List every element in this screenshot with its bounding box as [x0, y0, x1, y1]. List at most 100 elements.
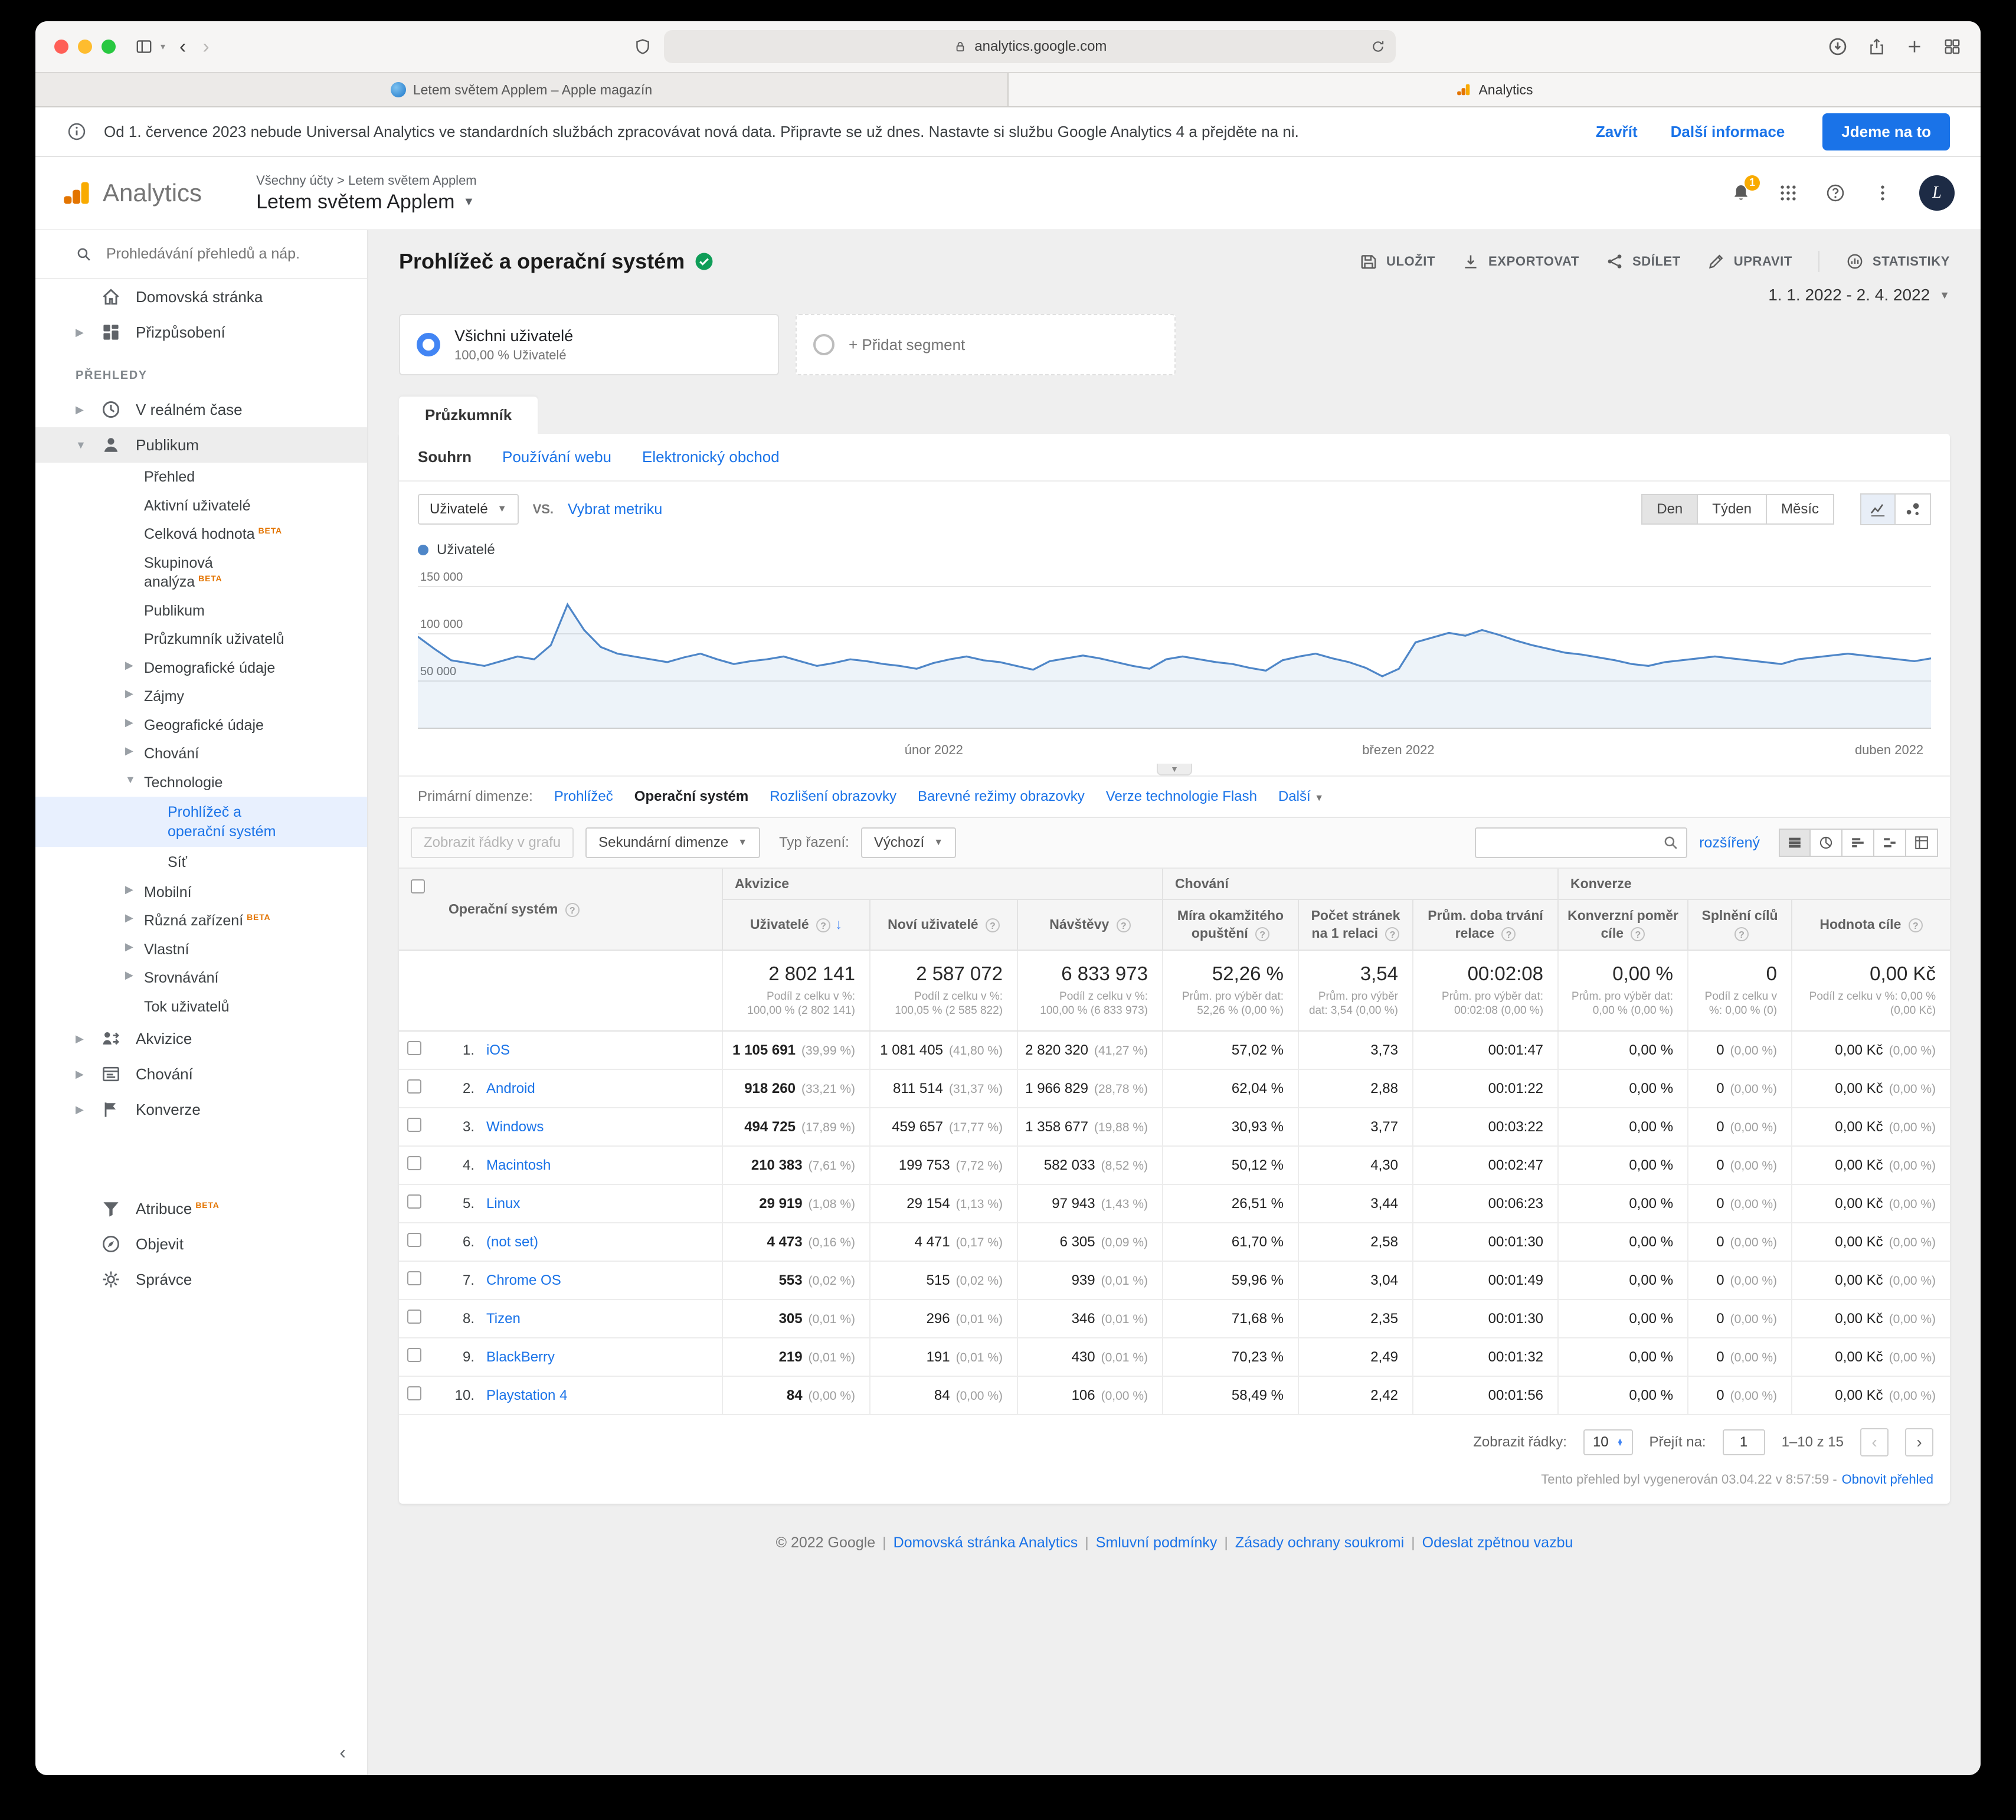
os-link[interactable]: Linux [486, 1196, 520, 1212]
sidebar-subitem[interactable]: ▶ Srovnávání [35, 964, 367, 993]
column-header[interactable]: Uživatelé ? ↓ [722, 899, 870, 951]
refresh-icon[interactable] [1370, 38, 1386, 55]
forward-button[interactable]: › [200, 37, 211, 57]
row-checkbox[interactable] [407, 1271, 421, 1286]
sidebar-subitem[interactable]: ▶ Zájmy [35, 682, 367, 711]
os-link[interactable]: Chrome OS [486, 1272, 561, 1288]
sidebar-item[interactable]: ▶ V reálném čase [35, 392, 367, 427]
save-button[interactable]: ULOŽIT [1359, 252, 1435, 271]
sidebar-subitem[interactable]: Přehled [35, 463, 367, 492]
row-checkbox[interactable] [407, 1156, 421, 1171]
help-icon[interactable]: ? [1908, 918, 1923, 932]
sidebar-item[interactable]: Domovská stránka [35, 279, 367, 315]
sidebar-collapse-button[interactable]: ‹ [339, 1742, 346, 1763]
sidebar-subitem[interactable]: Tok uživatelů [35, 993, 367, 1022]
sidebar-item[interactable]: Atribuce BETA [35, 1191, 367, 1226]
comparison-view-button[interactable] [1874, 829, 1906, 857]
date-range-picker[interactable]: 1. 1. 2022 - 2. 4. 2022 ▼ [399, 286, 1950, 305]
footer-link[interactable]: Smluvní podmínky [1096, 1534, 1218, 1551]
tab-overview-icon[interactable] [1943, 37, 1962, 56]
sidebar-subitem[interactable]: ▼ Technologie [35, 768, 367, 797]
share-sheet-icon[interactable] [1867, 37, 1886, 56]
os-link[interactable]: Tizen [486, 1311, 521, 1327]
sidebar-item[interactable]: Správce [35, 1262, 367, 1297]
minimize-window-button[interactable] [78, 40, 92, 54]
column-header[interactable]: Hodnota cíle ? [1791, 899, 1950, 951]
os-link[interactable]: Playstation 4 [486, 1387, 567, 1403]
column-header[interactable]: Noví uživatelé ? [869, 899, 1017, 951]
previous-page-button[interactable]: ‹ [1860, 1428, 1889, 1457]
help-icon[interactable]: ? [1255, 927, 1270, 941]
dimension-option[interactable]: Barevné režimy obrazovky [918, 788, 1085, 805]
privacy-shield-icon[interactable] [633, 37, 652, 56]
dimension-option[interactable]: Verze technologie Flash [1106, 788, 1257, 805]
segment-card-all-users[interactable]: Všichni uživatelé 100,00 % Uživatelé [399, 314, 779, 375]
sidebar-subitem[interactable]: ▶ Vlastní [35, 935, 367, 964]
sidebar-item[interactable]: Objevit [35, 1226, 367, 1262]
edit-button[interactable]: UPRAVIT [1707, 252, 1792, 271]
sidebar-subitem[interactable]: Prohlížeč a operační systém [35, 797, 367, 847]
rows-per-page-select[interactable]: 10 ▲ ▼ [1583, 1429, 1633, 1456]
table-search-input[interactable] [1483, 834, 1663, 851]
help-icon[interactable]: ? [816, 918, 831, 933]
users-line-chart[interactable]: 50 000100 000150 000 únor 2022březen 202… [399, 563, 1950, 775]
help-icon[interactable]: ? [1385, 927, 1400, 941]
sidebar-item[interactable]: ▼ Publikum [35, 427, 367, 463]
sidebar-subitem[interactable]: Skupinová analýza BETA [35, 549, 367, 597]
os-link[interactable]: iOS [486, 1042, 510, 1058]
help-icon[interactable] [1825, 182, 1846, 204]
os-link[interactable]: Macintosh [486, 1157, 551, 1173]
sidebar-item[interactable]: ▶ Konverze [35, 1092, 367, 1127]
dimension-option[interactable]: Další ▼ [1278, 788, 1324, 805]
row-checkbox[interactable] [407, 1118, 421, 1132]
row-checkbox[interactable] [407, 1348, 421, 1363]
table-search-field[interactable] [1475, 827, 1688, 858]
more-options-icon[interactable] [1872, 182, 1893, 204]
secondary-dimension-dropdown[interactable]: Sekundární dimenze ▼ [585, 827, 761, 858]
sidebar-item[interactable]: ▶ Chování [35, 1056, 367, 1092]
dimension-option[interactable]: Rozlišení obrazovky [770, 788, 896, 805]
notifications-button[interactable]: 1 [1730, 175, 1760, 204]
help-icon[interactable]: ? [1734, 927, 1749, 941]
select-all-checkbox[interactable] [411, 879, 425, 893]
column-header[interactable]: Míra okamžitého opuštění ? [1162, 899, 1298, 951]
pivot-view-button[interactable] [1906, 829, 1938, 857]
refresh-report-link[interactable]: Obnovit přehled [1842, 1472, 1933, 1487]
sidebar-subitem[interactable]: ▶ Různá zařízení BETA [35, 906, 367, 935]
sidebar-item[interactable]: ▶ Přizpůsobení [35, 315, 367, 350]
sidebar-subitem[interactable]: ▶ Mobilní [35, 878, 367, 907]
analytics-logo[interactable]: Analytics [61, 178, 202, 208]
column-header[interactable]: Návštěvy ? [1017, 899, 1163, 951]
chart-collapse-handle[interactable]: ▼ [1157, 764, 1192, 775]
column-header[interactable]: Konverzní poměr cíle ? [1557, 899, 1688, 951]
footer-link[interactable]: Domovská stránka Analytics [894, 1534, 1078, 1551]
avatar[interactable]: L [1919, 175, 1955, 211]
banner-more-info-button[interactable]: Další informace [1671, 123, 1785, 141]
help-icon[interactable]: ? [985, 918, 1000, 932]
sidebar-chevron-icon[interactable]: ▾ [161, 41, 165, 53]
row-checkbox[interactable] [407, 1079, 421, 1094]
sidebar-item[interactable]: ▶ Akvizice [35, 1021, 367, 1056]
sidebar-subitem[interactable]: Síť [35, 847, 367, 878]
subtab[interactable]: Používání webu [502, 448, 611, 466]
dimension-option[interactable]: Operační systém [634, 788, 748, 805]
sidebar-subitem[interactable]: Aktivní uživatelé [35, 492, 367, 521]
help-icon[interactable]: ? [1116, 918, 1131, 932]
next-page-button[interactable]: › [1905, 1428, 1933, 1457]
metric-dropdown[interactable]: Uživatelé ▼ [418, 494, 519, 525]
column-header-dimension[interactable]: Operační systém ? [437, 869, 722, 951]
apps-grid-icon[interactable] [1778, 182, 1799, 204]
sidebar-subitem[interactable]: Celková hodnota BETA [35, 520, 367, 549]
row-checkbox[interactable] [407, 1386, 421, 1401]
os-link[interactable]: BlackBerry [486, 1349, 555, 1365]
banner-cta-button[interactable]: Jdeme na to [1822, 113, 1950, 150]
column-header[interactable]: Počet stránek na 1 relaci ? [1298, 899, 1413, 951]
motion-chart-type-button[interactable] [1896, 493, 1931, 525]
new-tab-icon[interactable] [1905, 37, 1924, 56]
sidebar-subitem[interactable]: ▶ Demografické údaje [35, 654, 367, 683]
plot-rows-button[interactable]: Zobrazit řádky v grafu [411, 827, 574, 858]
back-button[interactable]: ‹ [177, 37, 188, 57]
sidebar-toggle-icon[interactable] [135, 37, 153, 56]
os-link[interactable]: Android [486, 1081, 535, 1096]
downloads-icon[interactable] [1827, 36, 1848, 57]
